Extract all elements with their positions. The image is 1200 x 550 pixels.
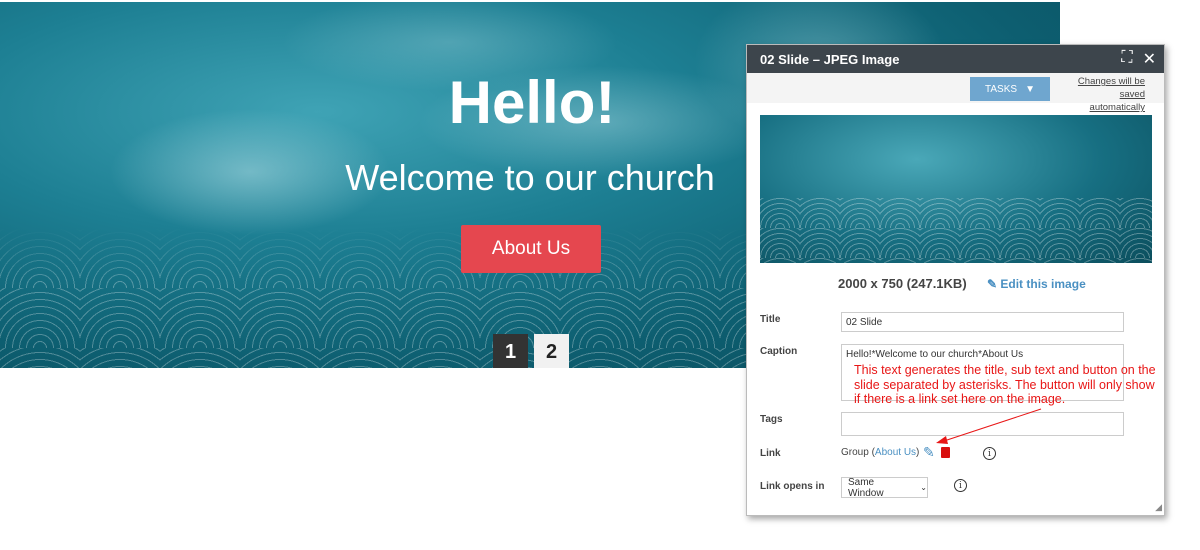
- annotation-arrow: [936, 408, 1042, 444]
